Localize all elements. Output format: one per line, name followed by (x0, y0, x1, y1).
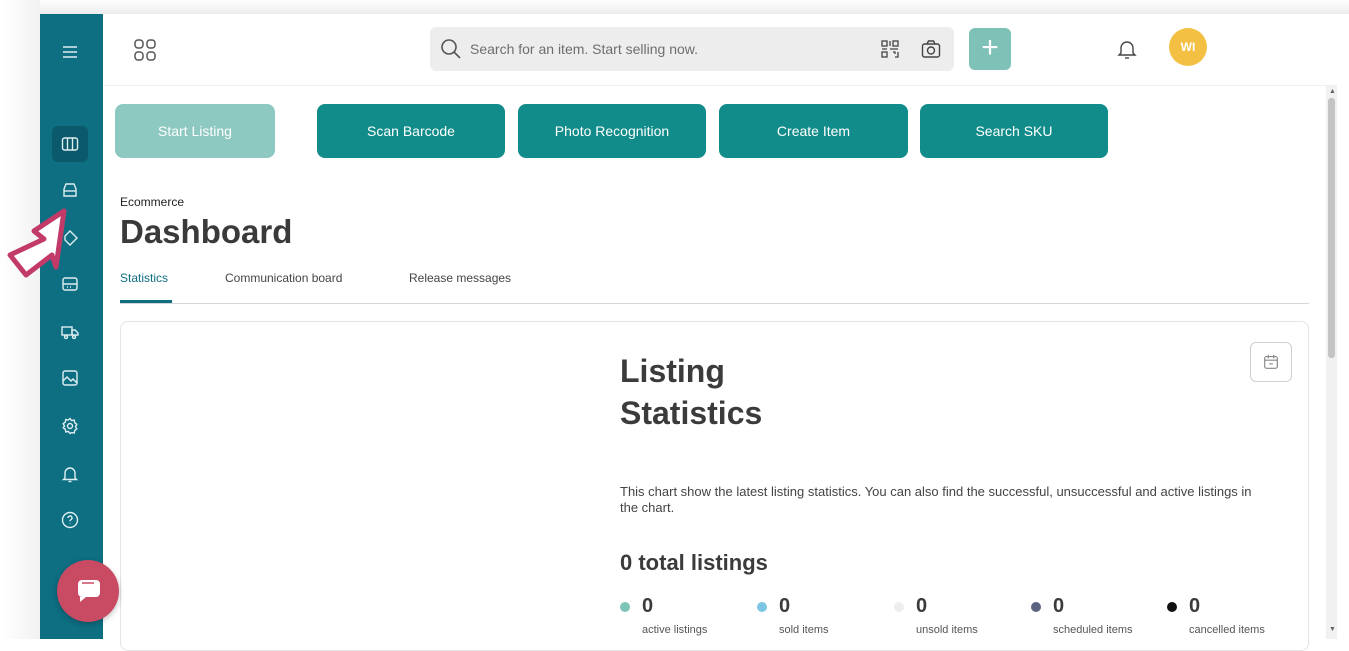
tab-bar: Statistics Communication board Release m… (120, 268, 1309, 304)
window-shadow (0, 0, 40, 639)
search-bar (430, 27, 954, 71)
top-bar: + WI (103, 14, 1337, 86)
scan-barcode-button[interactable]: Scan Barcode (317, 104, 505, 158)
search-icon[interactable] (440, 38, 462, 60)
stat-label: active listings (642, 624, 708, 636)
search-sku-button[interactable]: Search SKU (920, 104, 1108, 158)
tab-statistics[interactable]: Statistics (120, 271, 168, 285)
sidebar (40, 14, 103, 639)
breadcrumb[interactable]: Ecommerce (120, 195, 184, 209)
window-shadow-top (40, 0, 1349, 14)
columns-icon[interactable] (52, 126, 88, 162)
stat-label: scheduled items (1053, 624, 1133, 636)
search-input[interactable] (470, 27, 850, 71)
truck-icon[interactable] (52, 314, 88, 350)
stat-value: 0 (1053, 595, 1065, 617)
legend-dot (757, 602, 767, 612)
chat-bubble-icon (78, 580, 100, 602)
page-title: Dashboard (120, 213, 293, 250)
gear-icon[interactable] (52, 408, 88, 444)
chat-button[interactable] (57, 560, 119, 622)
stat-value: 0 (779, 595, 791, 617)
stat-label: unsold items (916, 624, 978, 636)
card-description: This chart show the latest listing stati… (620, 484, 1252, 515)
menu-icon[interactable] (52, 34, 88, 70)
active-tab-indicator (120, 300, 172, 303)
legend-dot (894, 602, 904, 612)
tab-communication-board[interactable]: Communication board (225, 271, 342, 285)
notification-bell-icon[interactable] (1115, 37, 1139, 61)
stat-label: sold items (779, 624, 829, 636)
date-picker-button[interactable] (1250, 342, 1292, 382)
camera-icon[interactable] (920, 38, 942, 60)
calendar-icon (1264, 354, 1278, 369)
legend-dot (620, 602, 630, 612)
start-listing-button[interactable]: Start Listing (115, 104, 275, 158)
apps-grid-icon[interactable] (133, 38, 157, 62)
scroll-up-arrow-icon[interactable]: ▲ (1329, 88, 1336, 95)
image-icon[interactable] (52, 360, 88, 396)
main-content: Start Listing Scan Barcode Photo Recogni… (103, 86, 1327, 651)
photo-recognition-button[interactable]: Photo Recognition (518, 104, 706, 158)
avatar[interactable]: WI (1169, 28, 1207, 66)
create-item-button[interactable]: Create Item (719, 104, 908, 158)
help-icon[interactable] (52, 502, 88, 538)
listing-statistics-card: Listing Statistics This chart show the l… (120, 321, 1309, 651)
stat-value: 0 (642, 595, 654, 617)
app-window: + WI Start Listing Scan Barcode Photo Re… (0, 0, 1349, 651)
tab-release-messages[interactable]: Release messages (409, 271, 511, 285)
scroll-down-arrow-icon[interactable]: ▼ (1329, 626, 1336, 633)
legend-dot (1031, 602, 1041, 612)
stat-value: 0 (1189, 595, 1201, 617)
stat-value: 0 (916, 595, 928, 617)
inbox-icon[interactable] (52, 172, 88, 208)
stat-label: cancelled items (1189, 624, 1265, 636)
scroll-thumb[interactable] (1328, 98, 1335, 358)
add-item-button[interactable]: + (969, 28, 1011, 70)
bell-icon[interactable] (52, 456, 88, 492)
total-listings: 0 total listings (620, 550, 768, 575)
card-title: Listing Statistics (620, 353, 763, 431)
pointer-cursor-icon (7, 208, 67, 278)
vertical-scrollbar[interactable]: ▲ ▼ (1326, 86, 1337, 639)
qr-code-icon[interactable] (879, 38, 901, 60)
legend-dot (1167, 602, 1177, 612)
